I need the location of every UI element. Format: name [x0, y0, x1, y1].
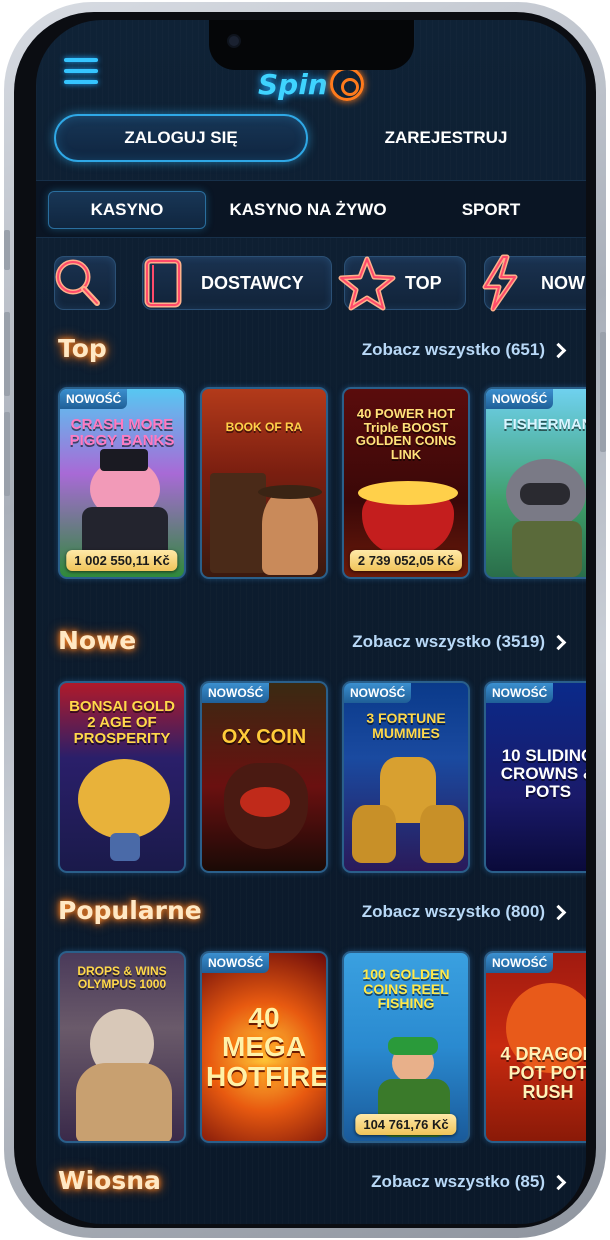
new-badge: NOWOŚĆ	[486, 953, 554, 973]
new-badge: NOWOŚĆ	[344, 683, 412, 703]
see-all-popularne[interactable]: Zobacz wszystko (800)	[361, 902, 567, 922]
game-card[interactable]: NOWOŚĆ 4 DRAGON POT POT RUSH	[484, 951, 586, 1143]
star-icon	[338, 256, 396, 311]
chevron-right-icon	[550, 634, 567, 650]
providers-chip[interactable]: DOSTAWCY	[142, 256, 332, 310]
login-button[interactable]: ZALOGUJ SIĘ	[54, 114, 308, 162]
see-all-wiosna[interactable]: Zobacz wszystko (85)	[371, 1172, 567, 1192]
volume-up-button	[4, 312, 10, 396]
chevron-right-icon	[550, 342, 567, 358]
volume-down-button	[4, 412, 10, 496]
game-card[interactable]: NOWOŚĆ FISHERMAN	[484, 387, 586, 579]
phone-frame: Spin ZALOGUJ SIĘ ZAREJESTRUJ KASYNO KASY…	[4, 2, 606, 1238]
game-card[interactable]: NOWOŚĆ 3 FORTUNE MUMMIES	[342, 681, 470, 873]
new-badge: NOWOŚĆ	[202, 683, 270, 703]
hamburger-icon[interactable]	[64, 58, 98, 86]
search-chip[interactable]	[54, 256, 116, 310]
game-title: 40 POWER HOT Triple BOOST GOLDEN COINS L…	[355, 406, 457, 462]
lightning-icon	[482, 254, 518, 312]
new-chip[interactable]: NOW	[482, 254, 586, 312]
search-icon	[55, 259, 100, 306]
game-artwork	[202, 683, 326, 871]
game-card[interactable]: NOWOŚĆ 10 SLIDING CROWNS & POTS	[484, 681, 586, 873]
section-title-top: Top	[58, 334, 107, 363]
see-all-label: Zobacz wszystko (3519)	[352, 632, 545, 651]
game-title: 4 DRAGON POT POT RUSH	[500, 1044, 586, 1102]
game-card[interactable]: BONSAI GOLD 2 AGE OF PROSPERITY	[58, 681, 186, 873]
see-all-top[interactable]: Zobacz wszystko (651)	[361, 340, 567, 360]
new-badge: NOWOŚĆ	[202, 953, 270, 973]
game-row-top: NOWOŚĆ CRASH MORE PIGGY BANKS 1 002 550,…	[58, 387, 586, 583]
game-title: 40 MEGA HOTFIRE	[206, 1002, 328, 1092]
game-title: 10 SLIDING CROWNS & POTS	[500, 746, 586, 801]
app-screen: Spin ZALOGUJ SIĘ ZAREJESTRUJ KASYNO KASY…	[36, 20, 586, 1224]
tab-kasyno[interactable]: KASYNO	[48, 191, 206, 229]
tab-kasyno-na-zywo[interactable]: KASYNO NA ŻYWO	[210, 191, 406, 229]
game-title: DROPS & WINS OLYMPUS 1000	[77, 964, 167, 991]
main-nav: KASYNO KASYNO NA ŻYWO SPORT	[36, 180, 586, 238]
game-card[interactable]: NOWOŚĆ 40 MEGA HOTFIRE	[200, 951, 328, 1143]
book-icon	[144, 258, 182, 308]
game-card[interactable]: 100 GOLDEN COINS REEL FISHING 104 761,76…	[342, 951, 470, 1143]
see-all-label: Zobacz wszystko (85)	[371, 1172, 545, 1191]
category-label: NOW	[541, 272, 585, 293]
jackpot-amount: 104 761,76 Kč	[355, 1114, 457, 1135]
game-title: FISHERMAN	[503, 416, 586, 433]
game-artwork	[202, 389, 326, 577]
game-title: BONSAI GOLD 2 AGE OF PROSPERITY	[69, 698, 175, 747]
jackpot-amount: 2 739 052,05 Kč	[349, 550, 463, 571]
new-badge: NOWOŚĆ	[486, 389, 554, 409]
game-title: 3 FORTUNE MUMMIES	[366, 710, 446, 741]
game-title: OX COIN	[221, 726, 307, 748]
jackpot-amount: 1 002 550,11 Kč	[66, 550, 178, 571]
category-bar: DOSTAWCY TOP NOW	[36, 254, 586, 316]
notch	[209, 20, 414, 70]
game-row-nowe: BONSAI GOLD 2 AGE OF PROSPERITY NOWOŚĆ O…	[58, 681, 586, 877]
power-button	[600, 332, 606, 452]
game-card[interactable]: NOWOŚĆ CRASH MORE PIGGY BANKS 1 002 550,…	[58, 387, 186, 579]
game-title: BOOK OF RA	[225, 420, 303, 434]
game-card[interactable]: DROPS & WINS OLYMPUS 1000	[58, 951, 186, 1143]
logo-text: Spin	[258, 67, 328, 101]
game-card[interactable]: NOWOŚĆ OX COIN	[200, 681, 328, 873]
section-title-nowe: Nowe	[58, 626, 137, 655]
register-button[interactable]: ZAREJESTRUJ	[336, 114, 556, 162]
new-badge: NOWOŚĆ	[60, 389, 128, 409]
see-all-label: Zobacz wszystko (800)	[361, 902, 545, 921]
section-title-wiosna: Wiosna	[58, 1166, 161, 1195]
game-card[interactable]: BOOK OF RA	[200, 387, 328, 579]
game-row-popularne: DROPS & WINS OLYMPUS 1000 NOWOŚĆ 40 MEGA…	[58, 951, 586, 1147]
section-title-popularne: Popularne	[58, 896, 202, 925]
reel-logo-icon	[329, 67, 364, 101]
game-card[interactable]: 40 POWER HOT Triple BOOST GOLDEN COINS L…	[342, 387, 470, 579]
new-badge: NOWOŚĆ	[486, 683, 554, 703]
top-chip[interactable]: TOP	[338, 256, 466, 311]
category-label: DOSTAWCY	[201, 272, 304, 293]
game-title: 100 GOLDEN COINS REEL FISHING	[362, 966, 450, 1012]
see-all-label: Zobacz wszystko (651)	[361, 340, 545, 359]
category-label: TOP	[405, 272, 442, 293]
tab-sport[interactable]: SPORT	[416, 191, 566, 229]
game-title: CRASH MORE PIGGY BANKS	[69, 416, 175, 449]
chevron-right-icon	[550, 904, 567, 920]
mute-switch	[4, 230, 10, 270]
chevron-right-icon	[550, 1174, 567, 1190]
camera	[227, 34, 241, 48]
brand-logo[interactable]: Spin	[258, 64, 364, 104]
see-all-nowe[interactable]: Zobacz wszystko (3519)	[352, 632, 567, 652]
